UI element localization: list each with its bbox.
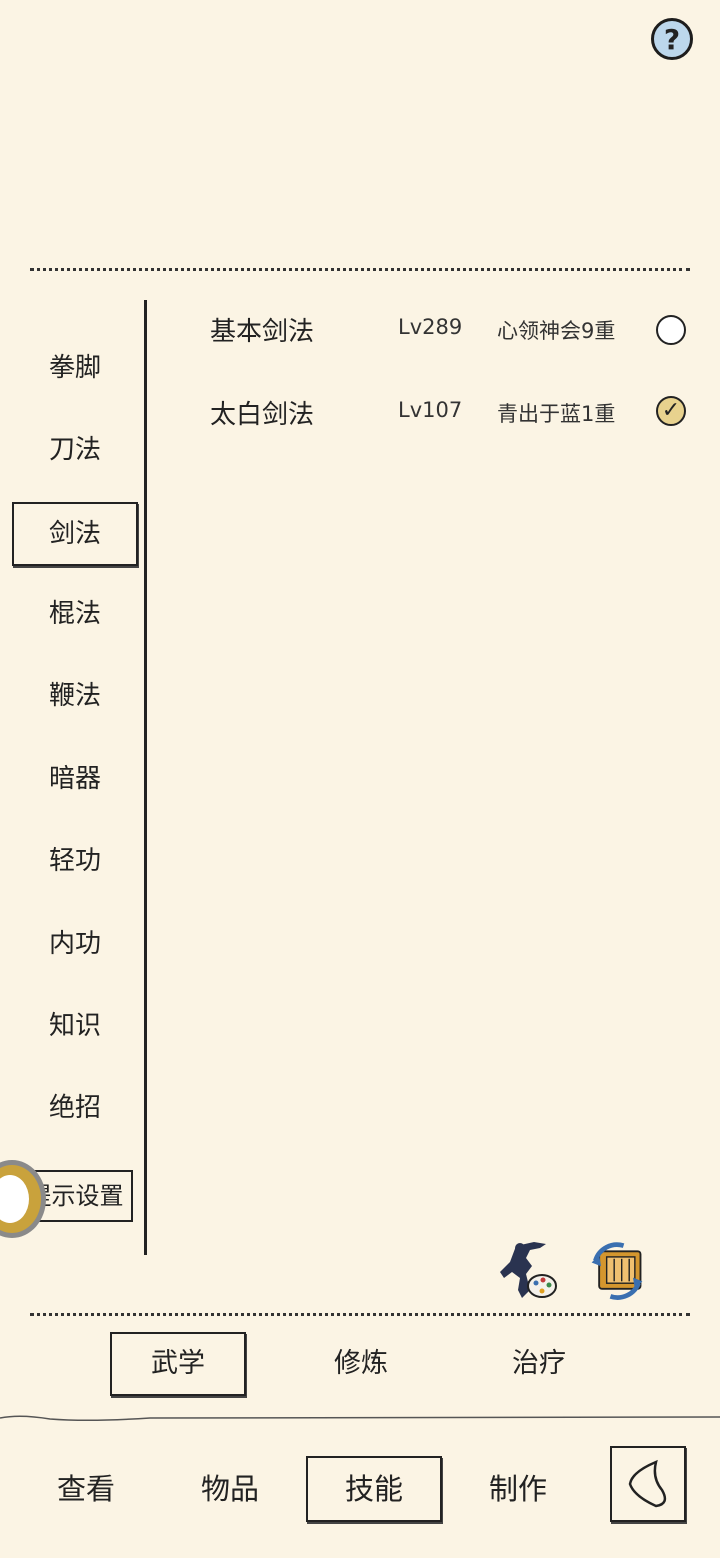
category-gunfa[interactable]: 棍法: [12, 582, 138, 646]
category-daofa[interactable]: 刀法: [12, 418, 138, 482]
skill-level: Lv289: [398, 315, 463, 339]
tab-zhizuo[interactable]: 制作: [450, 1456, 586, 1522]
skill-select-radio[interactable]: [656, 315, 686, 345]
sidebar-divider: [144, 300, 147, 1255]
back-button[interactable]: [610, 1446, 686, 1522]
subtab-zhiliao[interactable]: 治疗: [471, 1332, 607, 1396]
category-jianfa[interactable]: 剑法: [12, 502, 138, 566]
category-neigong[interactable]: 内功: [12, 912, 138, 976]
brush-divider: [0, 1415, 720, 1422]
skill-name[interactable]: 基本剑法: [210, 311, 314, 348]
bottom-divider: [30, 1313, 690, 1316]
skill-name[interactable]: 太白剑法: [210, 394, 314, 431]
skill-stage: 青出于蓝1重: [497, 402, 616, 426]
subtab-xiulian[interactable]: 修炼: [293, 1332, 429, 1396]
category-zhishi[interactable]: 知识: [12, 994, 138, 1058]
tab-chakan[interactable]: 查看: [18, 1456, 154, 1522]
category-qinggong[interactable]: 轻功: [12, 829, 138, 893]
subtab-wuxue[interactable]: 武学: [110, 1332, 246, 1396]
back-arrow-icon: [628, 1459, 667, 1508]
category-juezhao[interactable]: 绝招: [12, 1076, 138, 1140]
skill-level: Lv107: [398, 398, 463, 422]
martial-figure-palette-icon[interactable]: [496, 1238, 558, 1304]
tab-wupin[interactable]: 物品: [162, 1456, 298, 1522]
help-button[interactable]: ?: [651, 18, 693, 60]
category-anqi[interactable]: 暗器: [12, 747, 138, 811]
category-bianfa[interactable]: 鞭法: [12, 664, 138, 728]
scroll-rotate-icon[interactable]: [586, 1238, 648, 1304]
tab-jineng[interactable]: 技能: [306, 1456, 442, 1522]
skill-stage: 心领神会9重: [497, 319, 616, 343]
skill-select-radio-checked[interactable]: ✓: [656, 396, 686, 426]
top-divider: [30, 268, 690, 271]
category-quanjiao[interactable]: 拳脚: [12, 336, 138, 400]
